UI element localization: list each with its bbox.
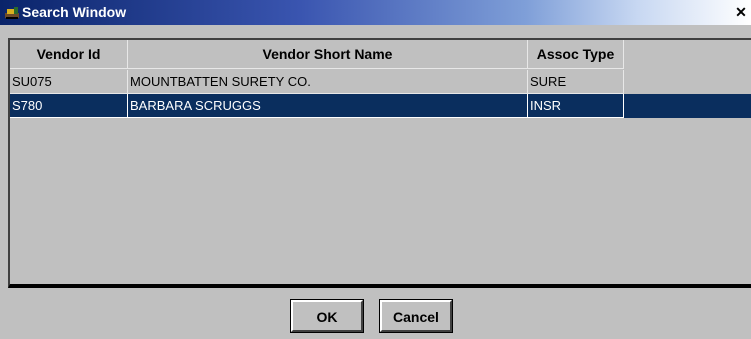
cell-assoc-type: INSR: [528, 94, 624, 118]
search-window: Search Window ✕ Vendor Id Vendor Short N…: [0, 0, 751, 339]
app-icon: [4, 4, 20, 20]
column-header-vendor-short-name[interactable]: Vendor Short Name: [128, 40, 528, 69]
column-header-vendor-id[interactable]: Vendor Id: [10, 40, 128, 69]
title-bar[interactable]: Search Window ✕: [0, 0, 751, 25]
cell-vendor-name: BARBARA SCRUGGS: [128, 94, 528, 118]
cell-vendor-id: SU075: [10, 70, 128, 94]
grid-header: Vendor Id Vendor Short Name Assoc Type: [10, 40, 751, 70]
column-header-assoc-type[interactable]: Assoc Type: [528, 40, 624, 69]
close-icon[interactable]: ✕: [733, 3, 749, 21]
cell-vendor-id: S780: [10, 94, 128, 118]
cell-vendor-name: MOUNTBATTEN SURETY CO.: [128, 70, 528, 94]
ok-button[interactable]: OK: [290, 299, 364, 333]
window-title: Search Window: [22, 4, 127, 20]
cancel-button[interactable]: Cancel: [379, 299, 453, 333]
results-grid[interactable]: Vendor Id Vendor Short Name Assoc Type S…: [8, 38, 751, 288]
table-row[interactable]: SU075 MOUNTBATTEN SURETY CO. SURE: [10, 70, 751, 94]
table-row-selected[interactable]: S780 BARBARA SCRUGGS INSR: [10, 94, 751, 118]
cell-assoc-type: SURE: [528, 70, 624, 94]
